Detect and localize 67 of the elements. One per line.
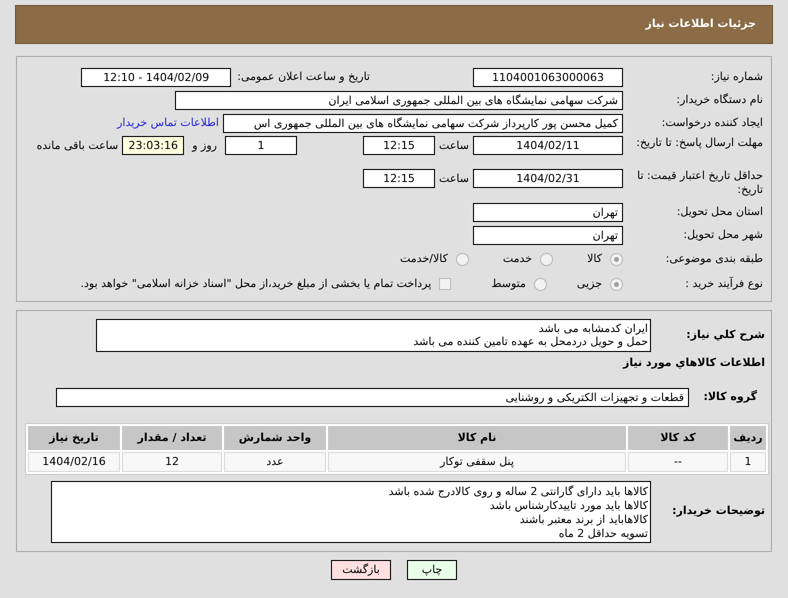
table-cell: 1404/02/16 xyxy=(28,452,120,472)
field-label: روز و xyxy=(190,138,218,154)
radio-label: جزیی xyxy=(576,276,602,292)
column-header: ردیف xyxy=(730,426,766,450)
field-label: استان محل تحویل: xyxy=(676,204,763,220)
radio-label: کالا xyxy=(587,250,602,267)
text-line: کالاهاباید از برند معتبر باشند xyxy=(518,512,648,526)
text-line: کالاها باید دارای گارانتی 2 ساله و روی کالادرج شده باشد xyxy=(388,484,648,498)
table-cell: 12 xyxy=(122,452,222,472)
field-label: ساعت xyxy=(438,138,470,154)
description-textarea[interactable]: ایران کدمشابه می باشد حمل و حویل دردمحل به عهده تامین کننده می باشد xyxy=(96,319,651,352)
radio-label: کالا/خدمت xyxy=(400,250,448,267)
field-label: تاریخ و ساعت اعلان عمومی: xyxy=(237,68,370,85)
section-title: اطلاعات کالاهاي مورد نياز xyxy=(622,355,766,371)
text-field[interactable]: تهران xyxy=(473,226,623,244)
field-label: شرح کلي نياز: xyxy=(685,327,766,343)
field-label: مهلت ارسال پاسخ: تا تاریخ: xyxy=(635,136,763,150)
field-label: ساعت xyxy=(438,171,470,187)
radio-button[interactable] xyxy=(540,252,554,266)
text-line: ایران کدمشابه می باشد xyxy=(538,322,648,335)
table-cell: پنل سقفی توکار xyxy=(328,452,626,472)
column-header: واحد شمارش xyxy=(224,426,326,450)
text-field[interactable]: تهران xyxy=(473,202,623,222)
column-header: تاریخ نیاز xyxy=(28,426,120,450)
buyer-notes-textarea[interactable]: کالاها باید دارای گارانتی 2 ساله و روی کالادرج شده باشد کالاها باید مورد تاییدکارشناس باشد کالاهاباید از برند معتبر باشند تسویه حداقل 2 ماه xyxy=(51,480,651,542)
field-label: شماره نیاز: xyxy=(710,68,763,85)
text-line: تسویه حداقل 2 ماه xyxy=(558,526,648,540)
table-cell: 1 xyxy=(730,452,766,472)
text-field[interactable]: 12:15 xyxy=(363,169,435,188)
radio-button[interactable] xyxy=(534,278,547,290)
radio-label: خدمت xyxy=(502,250,532,267)
field-label: توضیحات خریدار: xyxy=(671,502,766,519)
field-label: شهر محل تحویل: xyxy=(682,226,763,243)
column-header: نام کالا xyxy=(328,426,626,450)
column-header: کد کالا xyxy=(628,426,728,450)
print-button[interactable]: چاپ xyxy=(407,560,457,580)
radio-label: متوسط xyxy=(491,276,526,292)
field-label: حداقل تاریخ اعتبار قیمت: تا تاریخ: xyxy=(636,169,763,197)
field-label: نام دستگاه خریدار: xyxy=(675,92,763,108)
text-line: کالاها باید مورد تاییدکارشناس باشد xyxy=(488,498,648,512)
radio-button[interactable] xyxy=(610,252,623,266)
text-field[interactable]: کمیل محسن پور کارپرداز شرکت سهامی نمایشگاه های بین المللی جمهوری اس xyxy=(223,114,623,132)
table-cell: -- xyxy=(628,452,728,472)
text-field[interactable]: 1 xyxy=(225,136,297,155)
radio-button[interactable] xyxy=(610,278,623,290)
radio-button[interactable] xyxy=(456,252,469,266)
field-label: ساعت باقی مانده xyxy=(36,138,120,154)
field-label: نوع فرآیند خرید : xyxy=(684,276,763,292)
field-label: پرداخت تمام یا بخشی از مبلغ خرید،از محل "اسناد خزانه اسلامی" خواهد بود. xyxy=(80,276,432,292)
text-field[interactable]: 1404/02/31 xyxy=(473,169,623,188)
text-field[interactable]: شرکت سهامی نمایشگاه های بین المللی جمهوری اسلامی ایران xyxy=(175,90,623,110)
field-label: طبقه بندی موضوعی: xyxy=(664,250,763,267)
text-field[interactable]: 23:03:16 xyxy=(122,136,184,155)
text-field[interactable]: 1404/02/11 xyxy=(473,136,623,155)
column-header: تعداد / مقدار xyxy=(122,426,222,450)
checkbox[interactable] xyxy=(439,278,452,290)
table-cell: عدد xyxy=(224,452,326,472)
back-button[interactable]: بازگشت xyxy=(331,560,391,580)
text-field[interactable]: قطعات و تجهیزات الکتریکی و روشنایی xyxy=(56,388,689,406)
field-label: ایجاد کننده درخواست: xyxy=(660,114,763,131)
text-field[interactable]: 1404/02/09 - 12:10 xyxy=(81,68,232,86)
field-label: گروه کالا: xyxy=(702,388,758,405)
buyer-contact-link[interactable]: اطلاعات تماس خریدار xyxy=(117,114,219,132)
text-line: حمل و حویل دردمحل به عهده تامین کننده می باشد xyxy=(412,335,648,348)
text-field[interactable]: 12:15 xyxy=(363,136,435,155)
header-title: جزئیات اطلاعات نیاز xyxy=(646,16,756,32)
text-field[interactable]: 1104001063000063 xyxy=(473,68,623,86)
